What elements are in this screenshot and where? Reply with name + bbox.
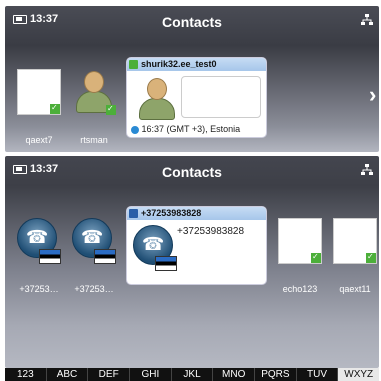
contact-tile-qaext7[interactable] <box>17 69 61 115</box>
contact-label: rtsman <box>80 135 108 145</box>
contact-label: +37253… <box>19 284 59 294</box>
contact-label: echo123 <box>282 284 318 294</box>
contact-card-selected[interactable]: +37253983828 ☎ +37253983828 <box>126 206 267 285</box>
phone-icon: ☎ <box>142 234 165 254</box>
contact-tile-phone-1[interactable]: ☎ <box>17 218 61 264</box>
avatar: ☎ <box>133 225 177 271</box>
page-title: Contacts <box>162 14 222 30</box>
local-time: 16:37 (GMT +3), Estonia <box>141 124 241 134</box>
chevron-right-icon[interactable]: › <box>369 231 376 257</box>
contact-tile-phone-2[interactable]: ☎ <box>72 218 116 264</box>
contact-name: shurik32.ee_test0 <box>141 59 217 69</box>
index-key[interactable]: WXYZ <box>338 368 380 381</box>
contact-label: qaext7 <box>25 135 53 145</box>
index-key[interactable]: 123 <box>5 368 47 381</box>
estonia-flag-icon <box>94 249 116 264</box>
contact-label: qaext11 <box>339 284 371 294</box>
online-status-icon <box>129 60 138 69</box>
index-key[interactable]: MNO <box>213 368 256 381</box>
index-key[interactable]: TUV <box>297 368 339 381</box>
status-bar: 13:37 Contacts <box>5 6 379 36</box>
local-time-row: 16:37 (GMT +3), Estonia <box>131 124 240 134</box>
index-key[interactable]: DEF <box>88 368 131 381</box>
contacts-screen-top: 13:37 Contacts qaext7 rtsman shurik32.ee… <box>5 6 379 152</box>
index-key[interactable]: ABC <box>47 368 89 381</box>
alphabet-index-bar: 123 ABC DEF GHI JKL MNO PQRS TUV WXYZ <box>5 368 380 381</box>
estonia-flag-icon <box>39 249 61 264</box>
index-key[interactable]: GHI <box>130 368 172 381</box>
phone-icon: ☎ <box>81 227 104 247</box>
contact-card-selected[interactable]: shurik32.ee_test0 16:37 (GMT +3), Estoni… <box>126 57 267 138</box>
page-title: Contacts <box>162 164 222 180</box>
index-key[interactable]: JKL <box>172 368 214 381</box>
contact-name: +37253983828 <box>141 208 202 218</box>
mood-message-box <box>181 76 261 118</box>
globe-icon <box>131 125 139 134</box>
avatar <box>135 76 179 122</box>
online-status-icon <box>106 104 116 115</box>
network-icon <box>361 164 373 175</box>
contact-tile-rtsman[interactable] <box>72 69 116 115</box>
index-key[interactable]: PQRS <box>255 368 297 381</box>
phone-small-icon <box>129 209 138 218</box>
contact-label: +37253… <box>74 284 114 294</box>
contacts-screen-bottom: 13:37 Contacts ☎ +37253… ☎ +37253… +3725… <box>5 156 379 368</box>
card-header: shurik32.ee_test0 <box>127 58 266 71</box>
card-header: +37253983828 <box>127 207 266 220</box>
online-status-icon <box>311 252 321 263</box>
online-status-icon <box>50 103 60 114</box>
contact-number: +37253983828 <box>177 226 245 237</box>
estonia-flag-icon <box>155 256 177 271</box>
chevron-right-icon[interactable]: › <box>369 82 376 108</box>
contact-tile-echo123[interactable] <box>278 218 322 264</box>
phone-icon: ☎ <box>26 227 49 247</box>
network-icon <box>361 14 373 25</box>
status-bar: 13:37 Contacts <box>5 156 379 186</box>
